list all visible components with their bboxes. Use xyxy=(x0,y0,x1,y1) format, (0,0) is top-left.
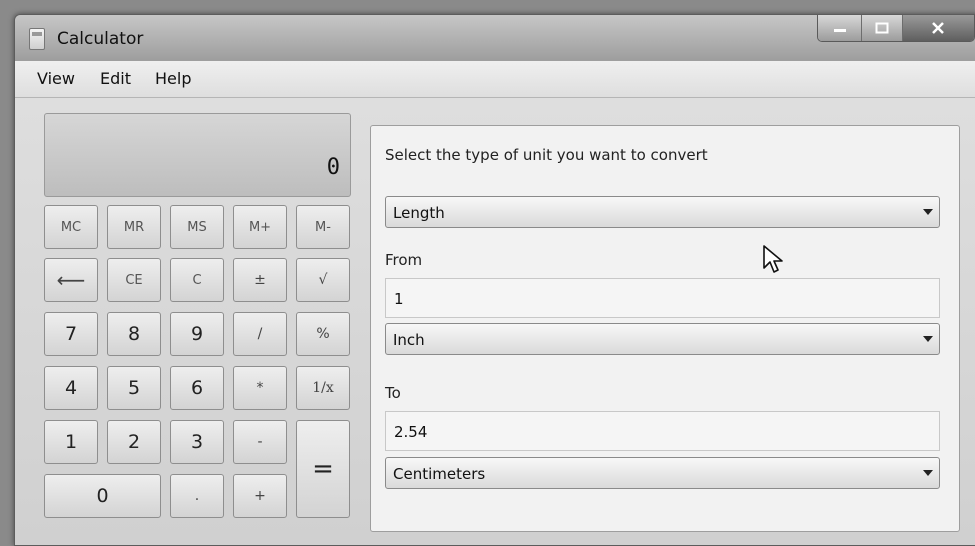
minimize-icon xyxy=(833,29,846,32)
from-label: From xyxy=(385,251,423,269)
key-plus-minus[interactable]: ± xyxy=(233,258,287,302)
close-icon xyxy=(932,22,945,34)
key-8[interactable]: 8 xyxy=(107,312,161,356)
key-mc[interactable]: MC xyxy=(44,205,98,249)
key-minus[interactable]: - xyxy=(233,420,287,464)
mouse-pointer-icon xyxy=(763,245,783,273)
key-reciprocal[interactable]: 1/x xyxy=(296,366,350,410)
minimize-button[interactable] xyxy=(818,15,863,41)
key-6[interactable]: 6 xyxy=(170,366,224,410)
key-divide[interactable]: / xyxy=(233,312,287,356)
calculator-body: 0 MC MR MS M+ M- ⟵ CE C ± √ 7 8 9 / % 4 … xyxy=(15,98,975,545)
key-2[interactable]: 2 xyxy=(107,420,161,464)
converter-prompt: Select the type of unit you want to conv… xyxy=(385,146,708,164)
menu-view[interactable]: View xyxy=(37,69,75,88)
maximize-button[interactable] xyxy=(862,15,903,41)
key-plus[interactable]: + xyxy=(233,474,287,518)
to-unit-value: Centimeters xyxy=(393,465,486,483)
chevron-down-icon xyxy=(923,336,933,342)
to-value: 2.54 xyxy=(394,423,428,441)
key-ms[interactable]: MS xyxy=(170,205,224,249)
calculator-icon xyxy=(29,28,45,50)
menu-edit[interactable]: Edit xyxy=(100,69,131,88)
display-value: 0 xyxy=(326,155,340,180)
key-9[interactable]: 9 xyxy=(170,312,224,356)
menu-help[interactable]: Help xyxy=(155,69,191,88)
unit-type-value: Length xyxy=(393,204,445,222)
key-m-minus[interactable]: M- xyxy=(296,205,350,249)
key-multiply[interactable]: * xyxy=(233,366,287,410)
chevron-down-icon xyxy=(923,209,933,215)
caption-buttons xyxy=(817,15,975,42)
from-unit-value: Inch xyxy=(393,331,425,349)
window-title: Calculator xyxy=(57,29,144,49)
key-backspace[interactable]: ⟵ xyxy=(44,258,98,302)
unit-converter-panel: Select the type of unit you want to conv… xyxy=(370,125,960,532)
to-unit-dropdown[interactable]: Centimeters xyxy=(385,457,940,489)
key-3[interactable]: 3 xyxy=(170,420,224,464)
unit-type-dropdown[interactable]: Length xyxy=(385,196,940,228)
key-ce[interactable]: CE xyxy=(107,258,161,302)
key-0[interactable]: 0 xyxy=(44,474,161,518)
from-value-input[interactable]: 1 xyxy=(385,278,940,318)
title-bar[interactable]: Calculator xyxy=(15,15,975,61)
close-button[interactable] xyxy=(902,15,974,41)
from-unit-dropdown[interactable]: Inch xyxy=(385,323,940,355)
key-equals[interactable]: = xyxy=(296,420,350,518)
calculator-window: Calculator View Edit Help 0 MC MR MS M+ … xyxy=(14,14,975,546)
to-label: To xyxy=(385,384,401,402)
key-sqrt[interactable]: √ xyxy=(296,258,350,302)
key-5[interactable]: 5 xyxy=(107,366,161,410)
from-value: 1 xyxy=(394,290,404,308)
result-display: 0 xyxy=(44,113,351,197)
key-1[interactable]: 1 xyxy=(44,420,98,464)
key-c[interactable]: C xyxy=(170,258,224,302)
key-decimal[interactable]: . xyxy=(170,474,224,518)
key-m-plus[interactable]: M+ xyxy=(233,205,287,249)
key-mr[interactable]: MR xyxy=(107,205,161,249)
menu-bar: View Edit Help xyxy=(15,61,975,98)
key-percent[interactable]: % xyxy=(296,312,350,356)
chevron-down-icon xyxy=(923,470,933,476)
key-4[interactable]: 4 xyxy=(44,366,98,410)
key-7[interactable]: 7 xyxy=(44,312,98,356)
to-value-field[interactable]: 2.54 xyxy=(385,411,940,451)
maximize-icon xyxy=(875,22,889,34)
